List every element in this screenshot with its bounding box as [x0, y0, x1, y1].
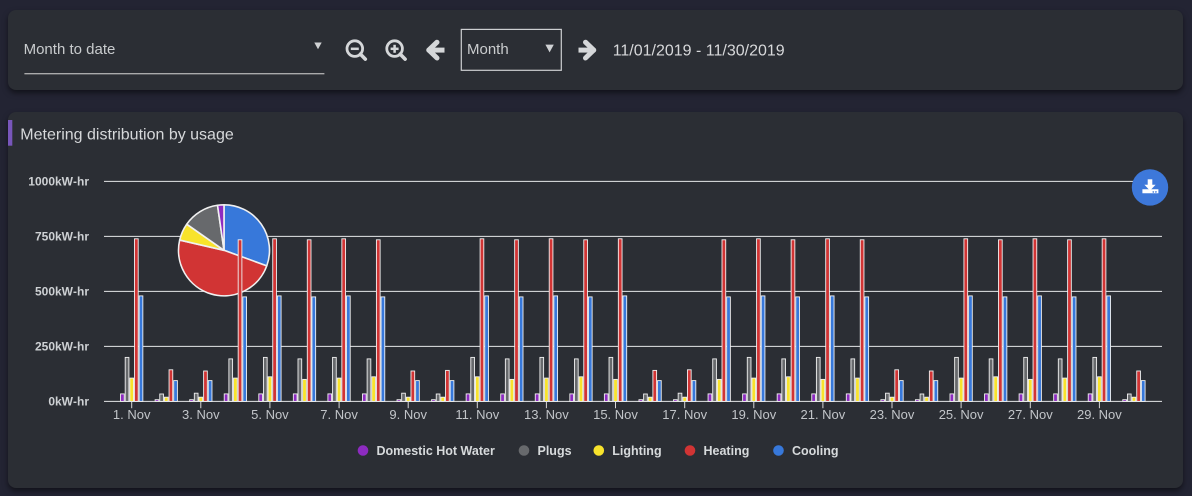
svg-text:Domestic Hot Water: Domestic Hot Water	[377, 444, 495, 458]
svg-text:17. Nov: 17. Nov	[662, 407, 707, 422]
svg-text:Heating: Heating	[704, 444, 750, 458]
svg-text:Month: Month	[467, 41, 509, 58]
svg-text:27. Nov: 27. Nov	[1008, 407, 1053, 422]
svg-text:Lighting: Lighting	[612, 444, 661, 458]
svg-text:1. Nov: 1. Nov	[113, 407, 151, 422]
svg-text:Cooling: Cooling	[792, 444, 839, 458]
svg-text:250kW‑hr: 250kW‑hr	[35, 339, 89, 353]
svg-text:21. Nov: 21. Nov	[800, 407, 845, 422]
svg-text:19. Nov: 19. Nov	[731, 407, 776, 422]
svg-text:1000kW‑hr: 1000kW‑hr	[28, 174, 89, 188]
svg-text:13. Nov: 13. Nov	[524, 407, 569, 422]
svg-text:0kW‑hr: 0kW‑hr	[48, 394, 89, 408]
svg-text:5. Nov: 5. Nov	[251, 407, 289, 422]
svg-text:23. Nov: 23. Nov	[870, 407, 915, 422]
svg-text:Month to date: Month to date	[24, 41, 116, 58]
svg-text:Plugs: Plugs	[538, 444, 572, 458]
svg-text:25. Nov: 25. Nov	[939, 407, 984, 422]
svg-text:7. Nov: 7. Nov	[320, 407, 358, 422]
svg-text:29. Nov: 29. Nov	[1077, 407, 1122, 422]
svg-text:Metering distribution by usage: Metering distribution by usage	[20, 127, 234, 144]
svg-text:9. Nov: 9. Nov	[389, 407, 427, 422]
svg-text:3. Nov: 3. Nov	[182, 407, 220, 422]
svg-text:750kW‑hr: 750kW‑hr	[35, 229, 89, 243]
svg-text:500kW‑hr: 500kW‑hr	[35, 284, 89, 298]
svg-text:15. Nov: 15. Nov	[593, 407, 638, 422]
svg-text:11/01/2019 - 11/30/2019: 11/01/2019 - 11/30/2019	[613, 43, 785, 60]
svg-text:11. Nov: 11. Nov	[455, 407, 499, 422]
